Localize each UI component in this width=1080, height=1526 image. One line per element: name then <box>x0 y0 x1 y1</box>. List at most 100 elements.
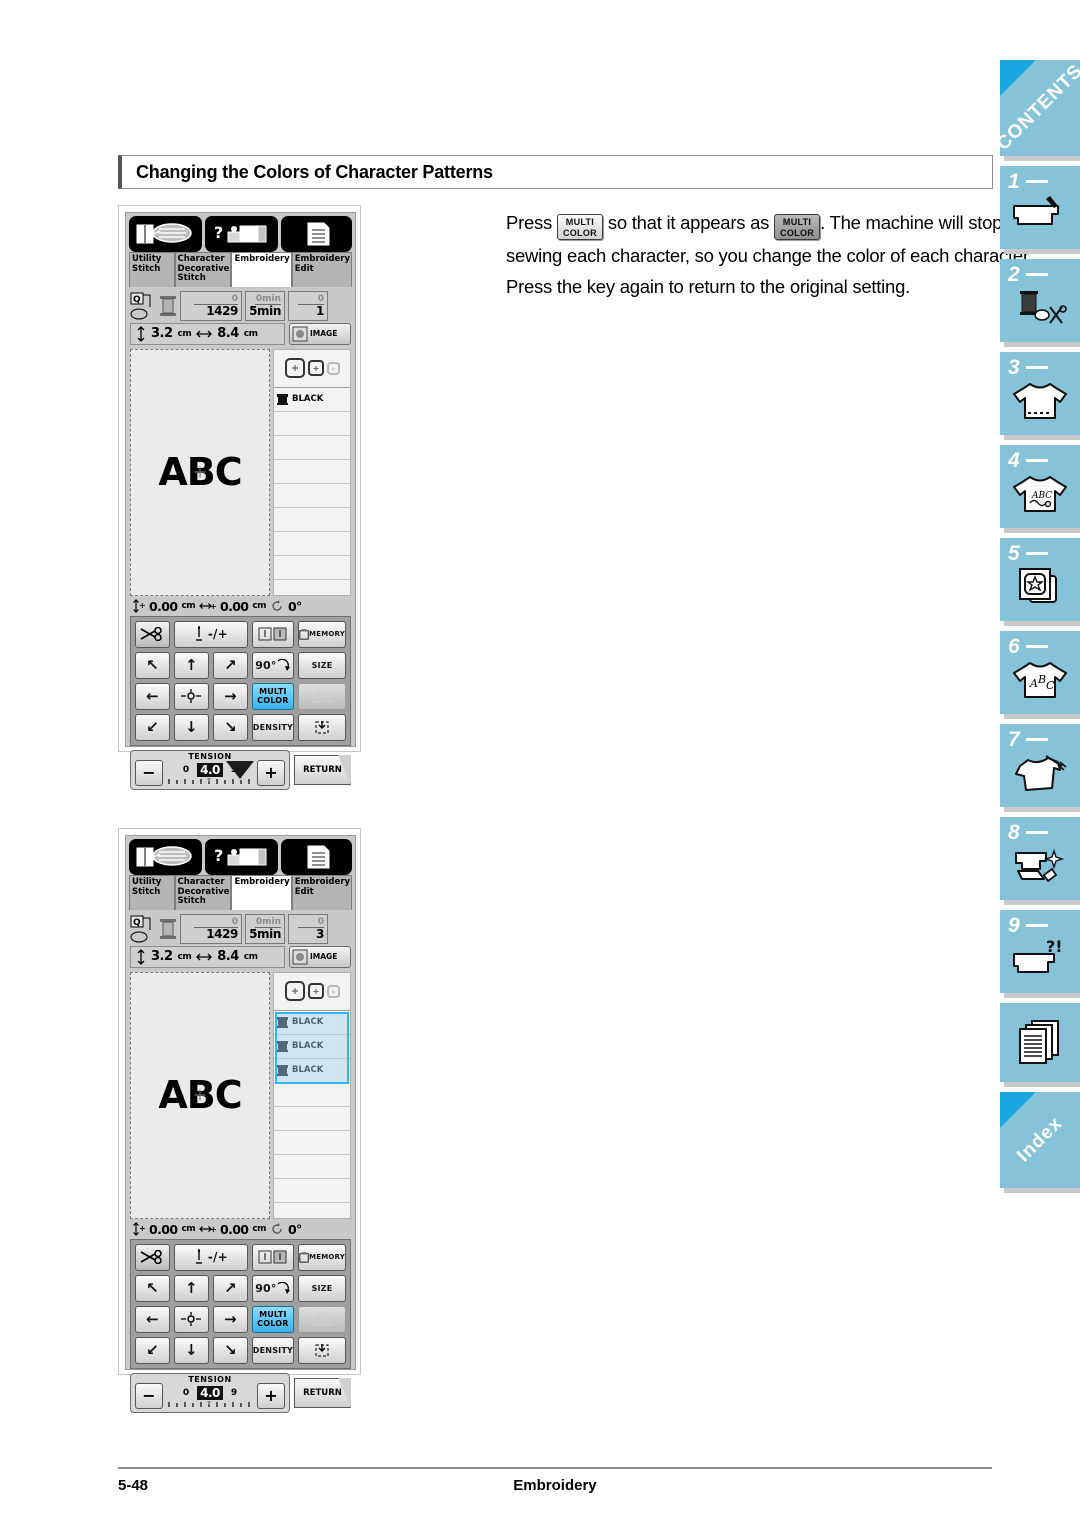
stitch-count-box: 0 1429 <box>180 913 242 944</box>
sidebar-item-8[interactable]: 8 <box>1000 817 1080 900</box>
move-right-key[interactable]: → <box>212 682 248 710</box>
memory-key[interactable]: MEMORY <box>298 1243 346 1271</box>
tension-plus-button[interactable]: + <box>257 759 285 786</box>
density-key[interactable]: DENSITY <box>251 713 294 741</box>
move-upleft-key[interactable]: ↖ <box>135 651 170 679</box>
list-item[interactable] <box>274 412 350 436</box>
list-item[interactable] <box>274 556 350 580</box>
move-upright-key[interactable]: ↗ <box>212 1274 248 1302</box>
width-unit: cm <box>243 328 258 339</box>
image-button[interactable]: IMAGE <box>289 945 351 968</box>
list-item[interactable] <box>274 1107 350 1131</box>
needle-position-key[interactable]: -/+ <box>173 1243 248 1271</box>
center-key[interactable] <box>173 682 209 710</box>
sidebar-item-4[interactable]: 4 ABC <box>1000 445 1080 528</box>
page-title: Changing the Colors of Character Pattern… <box>118 155 993 189</box>
list-item[interactable] <box>274 436 350 460</box>
move-up-key[interactable]: ↑ <box>173 651 209 679</box>
tension-plus-button[interactable]: + <box>257 1382 285 1409</box>
sidebar-item-3[interactable]: 3 <box>1000 352 1080 435</box>
list-item[interactable]: BLACK <box>274 1035 350 1059</box>
move-right-key[interactable]: → <box>212 1305 248 1333</box>
move-left-key[interactable]: ← <box>135 1305 170 1333</box>
return-button[interactable]: RETURN <box>294 1377 351 1408</box>
memory-key[interactable]: MEMORY <box>298 620 346 648</box>
list-item[interactable] <box>274 484 350 508</box>
embroidery-preview[interactable]: ABC <box>130 971 270 1219</box>
settings-list-icon[interactable] <box>280 216 352 252</box>
start-point-key[interactable] <box>251 620 294 648</box>
needle-updown-icon <box>195 1249 202 1264</box>
move-left-key[interactable]: ← <box>135 682 170 710</box>
thread-cut-key[interactable] <box>135 620 170 648</box>
list-item[interactable]: BLACK <box>274 1059 350 1083</box>
instruction-text-5: Press the key again to return to the ori… <box>506 276 911 297</box>
list-item[interactable] <box>274 1179 350 1203</box>
move-upright-key[interactable]: ↗ <box>212 651 248 679</box>
list-item[interactable] <box>274 1131 350 1155</box>
tab-embroidery[interactable]: Embroidery <box>231 875 292 910</box>
rotate-key[interactable]: 90° <box>251 651 294 679</box>
embroidery-preview[interactable]: ABC <box>130 348 270 596</box>
thread-color-list[interactable]: BLACK BLACK BLACK <box>273 971 351 1219</box>
tab-character-decorative-stitch[interactable]: Character Decorative Stitch <box>174 875 232 910</box>
sidebar-item-appendix[interactable] <box>1000 1003 1080 1082</box>
sidebar-item-6[interactable]: 6 A B C <box>1000 631 1080 714</box>
center-key[interactable] <box>173 1305 209 1333</box>
mirror-key[interactable] <box>298 1305 346 1333</box>
rotate-key[interactable]: 90° <box>251 1274 294 1302</box>
sidebar-item-7[interactable]: 7 <box>1000 724 1080 807</box>
move-upleft-key[interactable]: ↖ <box>135 1274 170 1302</box>
move-downright-key[interactable]: ↘ <box>212 713 248 741</box>
vertical-offset-unit: cm <box>181 1224 195 1234</box>
sidebar-item-5[interactable]: 5 <box>1000 538 1080 621</box>
return-button[interactable]: RETURN <box>294 754 351 785</box>
list-item[interactable] <box>274 1083 350 1107</box>
list-item[interactable] <box>274 508 350 532</box>
list-item[interactable]: BLACK <box>274 388 350 412</box>
sidebar-item-1[interactable]: 1 <box>1000 166 1080 249</box>
tab-embroidery-edit[interactable]: Embroidery Edit <box>291 875 352 910</box>
tab-utility-stitch[interactable]: Utility Stitch <box>129 875 175 910</box>
density-key[interactable]: DENSITY <box>251 1336 294 1364</box>
move-downright-key[interactable]: ↘ <box>212 1336 248 1364</box>
tab-embroidery-edit[interactable]: Embroidery Edit <box>291 252 352 287</box>
move-pattern-key[interactable] <box>298 713 346 741</box>
start-point-key[interactable] <box>251 1243 294 1271</box>
sidebar-item-label: 1 <box>1000 166 1048 194</box>
stitch-chart-icon[interactable] <box>129 216 202 252</box>
size-key[interactable]: SIZE <box>298 651 346 679</box>
list-item[interactable] <box>274 1155 350 1179</box>
sidebar-item-contents[interactable]: CONTENTS <box>992 60 1080 156</box>
settings-list-icon[interactable] <box>280 839 352 875</box>
list-item[interactable] <box>274 532 350 556</box>
stitch-total: 1429 <box>206 927 238 941</box>
multi-color-key[interactable]: MULTI COLOR <box>251 682 294 710</box>
image-button[interactable]: IMAGE <box>289 322 351 345</box>
move-down-key[interactable]: ↓ <box>173 713 209 741</box>
move-downleft-key[interactable]: ↙ <box>135 1336 170 1364</box>
help-machine-icon[interactable]: ? <box>204 216 278 252</box>
tension-minus-button[interactable]: − <box>135 759 163 786</box>
tab-utility-stitch[interactable]: Utility Stitch <box>129 252 175 287</box>
thread-color-list[interactable]: BLACK <box>273 348 351 596</box>
sidebar-item-9[interactable]: 9 ?! <box>1000 910 1080 993</box>
move-downleft-key[interactable]: ↙ <box>135 713 170 741</box>
move-up-key[interactable]: ↑ <box>173 1274 209 1302</box>
move-down-key[interactable]: ↓ <box>173 1336 209 1364</box>
tab-embroidery[interactable]: Embroidery <box>231 252 292 287</box>
move-pattern-key[interactable] <box>298 1336 346 1364</box>
list-item[interactable] <box>274 460 350 484</box>
help-machine-icon[interactable]: ? <box>204 839 278 875</box>
stitch-chart-icon[interactable] <box>129 839 202 875</box>
thread-cut-key[interactable] <box>135 1243 170 1271</box>
multi-color-key[interactable]: MULTI COLOR <box>251 1305 294 1333</box>
list-item[interactable]: BLACK <box>274 1011 350 1035</box>
sidebar-item-2[interactable]: 2 <box>1000 259 1080 342</box>
sidebar-item-index[interactable]: Index <box>1000 1092 1080 1188</box>
needle-position-key[interactable]: -/+ <box>173 620 248 648</box>
size-key[interactable]: SIZE <box>298 1274 346 1302</box>
tab-character-decorative-stitch[interactable]: Character Decorative Stitch <box>174 252 232 287</box>
tension-minus-button[interactable]: − <box>135 1382 163 1409</box>
mirror-key[interactable] <box>298 682 346 710</box>
